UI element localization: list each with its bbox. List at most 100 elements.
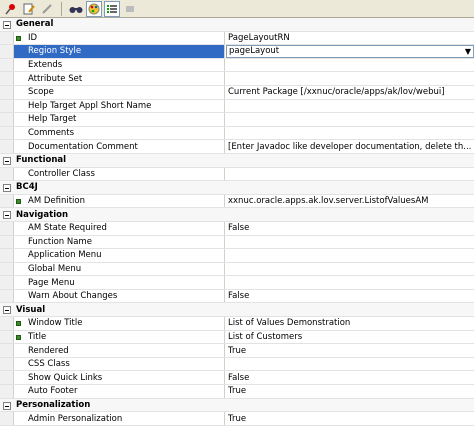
property-row[interactable]: Auto Footer True [0, 385, 474, 399]
row-gutter [0, 140, 14, 153]
row-gutter [0, 99, 14, 113]
property-value-text: False [228, 372, 250, 383]
property-name: Show Quick Links [14, 371, 225, 385]
property-row[interactable]: Rendered True [0, 344, 474, 358]
category-bc4j[interactable]: BC4J [0, 181, 474, 195]
property-row[interactable]: Window Title List of Values Demonstration [0, 317, 474, 331]
property-value[interactable]: List of Customers [226, 331, 474, 344]
property-value-text: True [228, 413, 247, 424]
category-functional[interactable]: Functional [0, 153, 474, 168]
property-row[interactable]: CSS Class [0, 357, 474, 372]
property-row[interactable]: Comments [0, 126, 474, 141]
property-value[interactable]: True [226, 344, 474, 357]
collapse-toggle-icon[interactable] [3, 21, 11, 29]
property-value[interactable] [226, 113, 474, 126]
property-row[interactable]: ID PageLayoutRN [0, 31, 474, 46]
property-value[interactable] [226, 59, 474, 72]
property-name: Window Title [14, 317, 225, 330]
palette-icon[interactable] [86, 0, 102, 17]
property-row[interactable]: Global Menu [0, 262, 474, 277]
property-row[interactable]: Function Name [0, 235, 474, 250]
property-value-text: [Enter Javadoc like developer documentat… [228, 141, 472, 152]
property-row[interactable]: Help Target Appl Short Name [0, 99, 474, 114]
property-value[interactable] [226, 100, 474, 113]
property-value[interactable] [226, 168, 474, 181]
category-navigation[interactable]: Navigation [0, 208, 474, 222]
property-name: Help Target Appl Short Name [14, 99, 225, 113]
property-row[interactable]: Controller Class [0, 167, 474, 182]
property-row[interactable]: Attribute Set [0, 72, 474, 86]
property-row[interactable]: Warn About Changes False [0, 289, 474, 304]
row-gutter [0, 126, 14, 140]
property-value-text: Current Package [/xxnuc/oracle/apps/ak/l… [228, 87, 445, 98]
property-name: Scope [14, 85, 225, 99]
property-name: Page Menu [14, 276, 225, 289]
property-row[interactable]: Help Target [0, 113, 474, 127]
property-value-text: xxnuc.oracle.apps.ak.lov.server.ListofVa… [228, 196, 429, 207]
property-value-dropdown[interactable]: pageLayout ▼ [226, 45, 474, 58]
property-row[interactable]: Documentation Comment [Enter Javadoc like… [0, 140, 474, 154]
edit-icon[interactable] [21, 1, 37, 17]
property-row[interactable]: Application Menu [0, 249, 474, 263]
property-value[interactable] [226, 263, 474, 276]
property-name: Title [14, 330, 225, 344]
property-value[interactable]: False [226, 290, 474, 303]
property-row[interactable]: Region Style pageLayout ▼ [0, 45, 474, 59]
collapse-toggle-icon[interactable] [3, 401, 11, 410]
property-row[interactable]: Title List of Customers [0, 330, 474, 345]
row-gutter [0, 276, 14, 289]
row-gutter [0, 249, 14, 262]
row-gutter [0, 167, 14, 181]
property-name: Function Name [14, 235, 225, 249]
find-icon[interactable] [68, 1, 84, 17]
collapse-toggle-icon[interactable] [3, 184, 11, 193]
property-value: pageLayout [229, 46, 280, 57]
property-row[interactable]: AM State Required False [0, 221, 474, 236]
property-inspector-toolbar [0, 0, 474, 18]
property-value[interactable] [226, 236, 474, 249]
property-value[interactable]: Current Package [/xxnuc/oracle/apps/ak/l… [226, 86, 474, 99]
row-gutter [0, 412, 14, 425]
property-value[interactable]: List of Values Demonstration [226, 317, 474, 330]
property-value[interactable]: True [226, 385, 474, 398]
row-gutter [0, 357, 14, 371]
category-visual[interactable]: Visual [0, 303, 474, 318]
property-row[interactable]: Page Menu [0, 276, 474, 290]
property-value[interactable]: xxnuc.oracle.apps.ak.lov.server.ListofVa… [226, 195, 474, 208]
pin-icon[interactable] [3, 1, 19, 17]
property-value[interactable] [226, 358, 474, 371]
property-name: Global Menu [14, 262, 225, 276]
row-gutter [0, 221, 14, 235]
row-gutter [0, 371, 14, 385]
collapse-toggle-icon[interactable] [3, 156, 11, 165]
property-value[interactable]: PageLayoutRN [226, 32, 474, 45]
property-value[interactable]: [Enter Javadoc like developer documentat… [226, 140, 474, 153]
property-value[interactable]: False [226, 371, 474, 384]
property-value[interactable]: False [226, 222, 474, 235]
property-row[interactable]: Extends [0, 58, 474, 73]
toolbar-separator [61, 1, 62, 16]
property-name: CSS Class [14, 357, 225, 371]
category-personalization[interactable]: Personalization [0, 398, 474, 413]
category-general[interactable]: General [0, 18, 474, 32]
property-value[interactable] [226, 249, 474, 262]
property-name: Rendered [14, 344, 225, 357]
tag-icon[interactable] [122, 1, 138, 17]
property-value[interactable] [226, 127, 474, 140]
chevron-down-icon[interactable]: ▼ [465, 47, 471, 56]
pencil-icon[interactable] [39, 1, 55, 17]
row-gutter [0, 330, 14, 344]
collapse-toggle-icon[interactable] [3, 306, 11, 315]
property-row[interactable]: AM Definition xxnuc.oracle.apps.ak.lov.se… [0, 194, 474, 209]
list-icon[interactable] [104, 0, 120, 17]
category-label: Functional [16, 155, 67, 166]
property-row[interactable]: Scope Current Package [/xxnuc/oracle/apps… [0, 85, 474, 100]
property-value[interactable] [226, 276, 474, 289]
property-name: Comments [14, 126, 225, 140]
property-value[interactable] [226, 72, 474, 85]
property-row[interactable]: Show Quick Links False [0, 371, 474, 386]
row-gutter [0, 113, 14, 126]
property-value[interactable]: True [226, 412, 474, 425]
collapse-toggle-icon[interactable] [3, 211, 11, 220]
property-name: AM Definition [14, 194, 225, 208]
